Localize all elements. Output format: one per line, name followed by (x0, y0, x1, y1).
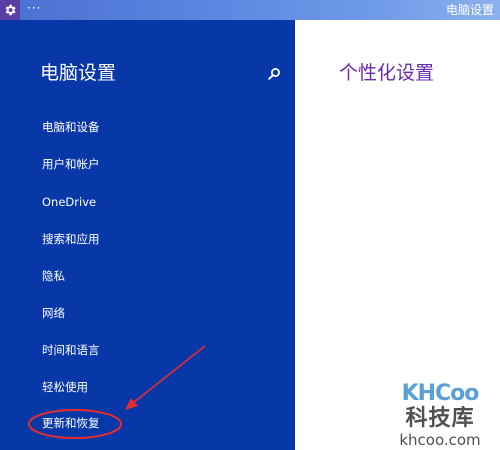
settings-gear-icon[interactable] (0, 0, 20, 20)
content-pane: 个性化设置 (295, 20, 500, 450)
nav-item-accounts[interactable]: 用户和帐户 (42, 153, 272, 175)
nav-item-network[interactable]: 网络 (42, 302, 272, 324)
nav-item-pc-and-devices[interactable]: 电脑和设备 (42, 116, 272, 138)
nav-item-ease-of-access[interactable]: 轻松使用 (42, 376, 272, 398)
title-ellipsis-button[interactable]: ··· (27, 1, 41, 15)
nav-item-update-and-recovery[interactable]: 更新和恢复 (42, 412, 272, 434)
nav-item-privacy[interactable]: 隐私 (42, 265, 272, 287)
window-title: 电脑设置 (445, 3, 494, 17)
nav-item-search-and-apps[interactable]: 搜索和应用 (42, 228, 272, 250)
title-bar: ··· 电脑设置 (0, 0, 500, 20)
nav-item-time-and-language[interactable]: 时间和语言 (42, 339, 272, 361)
settings-nav-pane: 电脑设置 电脑和设备 用户和帐户 OneDrive 搜索和应用 隐私 网络 时间… (0, 20, 295, 450)
nav-item-onedrive[interactable]: OneDrive (42, 191, 272, 213)
section-heading: 个性化设置 (339, 62, 435, 84)
search-icon[interactable] (266, 66, 282, 82)
pane-title: 电脑设置 (40, 62, 117, 84)
